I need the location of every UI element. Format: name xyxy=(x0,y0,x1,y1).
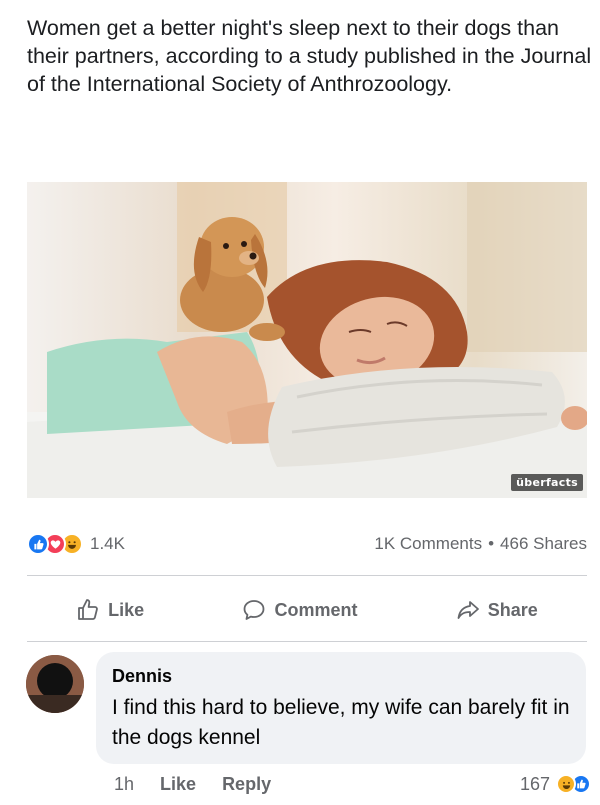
comment-like-button[interactable]: Like xyxy=(160,774,196,795)
post-photo[interactable]: überfacts xyxy=(27,182,587,498)
comment-reaction-summary[interactable]: 167 xyxy=(519,773,591,795)
shares-count-link[interactable]: 466 Shares xyxy=(500,534,587,554)
divider-bottom xyxy=(27,641,587,642)
post-stats: 1.4K 1K Comments • 466 Shares xyxy=(27,531,587,557)
uberfacts-watermark: überfacts xyxy=(511,474,583,491)
reaction-count: 1.4K xyxy=(90,534,125,553)
comment-button-label: Comment xyxy=(274,599,358,620)
comment-timestamp[interactable]: 1h xyxy=(114,774,134,795)
like-icon xyxy=(27,533,49,555)
avatar-image xyxy=(26,655,84,713)
comments-count-link[interactable]: 1K Comments xyxy=(374,534,482,554)
reaction-summary[interactable]: 1.4K xyxy=(27,533,125,555)
comment-bubble: Dennis I find this hard to believe, my w… xyxy=(96,652,586,764)
comment-icon xyxy=(244,600,265,620)
comment-reaction-count: 167 xyxy=(519,773,550,794)
share-icon xyxy=(457,601,479,619)
comment-reply-button[interactable]: Reply xyxy=(222,774,271,795)
thumbs-up-icon xyxy=(78,599,98,620)
comment-text: I find this hard to believe, my wife can… xyxy=(112,696,570,749)
comment-meta: 1h Like Reply 167 xyxy=(114,770,591,798)
avatar[interactable] xyxy=(26,655,84,713)
comment-author[interactable]: Dennis xyxy=(112,666,570,687)
haha-icon xyxy=(556,774,576,794)
share-button-label: Share xyxy=(487,599,538,620)
like-button-label: Like xyxy=(108,599,145,620)
post-text: Women get a better night's sleep next to… xyxy=(27,16,592,96)
share-button[interactable]: Share xyxy=(456,598,538,622)
photo-illustration xyxy=(27,182,587,498)
post-action-bar: Like Comment Share xyxy=(27,592,587,628)
stats-separator: • xyxy=(488,534,495,553)
divider-top xyxy=(27,575,587,576)
like-button[interactable]: Like xyxy=(76,598,144,622)
comment-button[interactable]: Comment xyxy=(242,598,357,622)
